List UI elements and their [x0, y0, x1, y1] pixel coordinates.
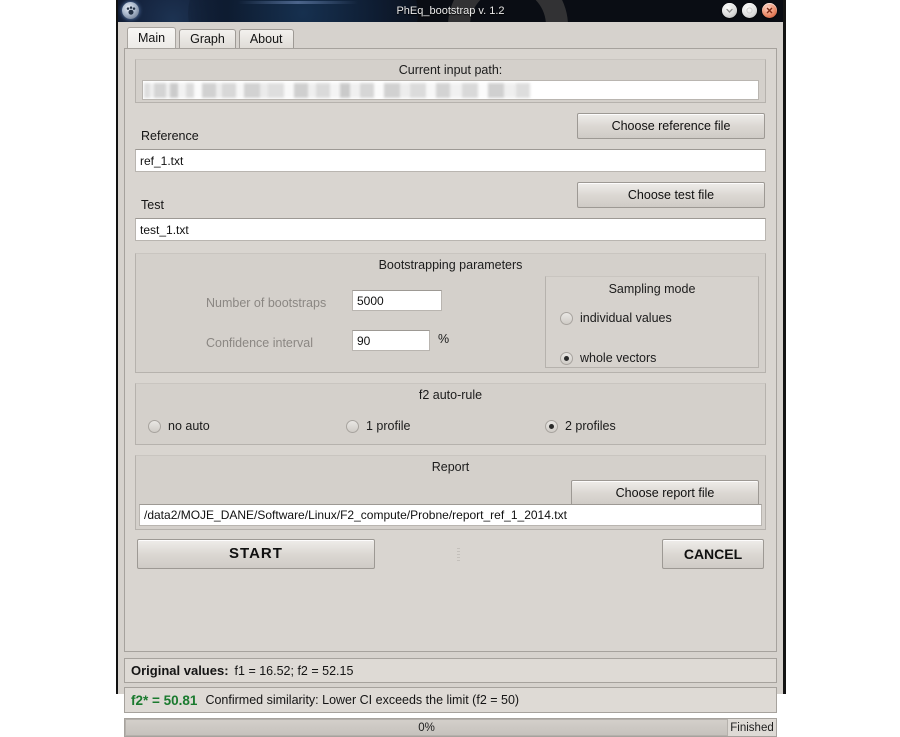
close-icon[interactable]	[762, 3, 777, 18]
f2-auto-rule-title: f2 auto-rule	[136, 384, 765, 404]
original-values-status: Original values: f1 = 16.52; f2 = 52.15	[124, 658, 777, 683]
test-file-field[interactable]: test_1.txt	[135, 218, 766, 241]
radio-1-profile-icon[interactable]	[346, 420, 359, 433]
f2-auto-rule-option-2-profiles[interactable]: 2 profiles	[545, 419, 616, 433]
confidence-interval-input[interactable]: 90	[352, 330, 430, 351]
confidence-interval-row: Confidence interval	[206, 334, 313, 352]
confidence-interval-unit: %	[438, 332, 449, 346]
f2-auto-rule-option-label: 1 profile	[366, 419, 410, 433]
application-body: Main Graph About Current input path: Cho…	[118, 22, 783, 694]
progress-row: 0% Finished	[124, 718, 777, 737]
sampling-mode-title: Sampling mode	[546, 277, 758, 298]
bootstrapping-parameters-group: Bootstrapping parameters Number of boots…	[135, 253, 766, 373]
result-text: Confirmed similarity: Lower CI exceeds t…	[205, 693, 519, 707]
progress-bar: 0%	[125, 719, 728, 736]
reference-label: Reference	[141, 129, 199, 143]
current-input-path-title: Current input path:	[142, 60, 759, 79]
reference-file-field[interactable]: ref_1.txt	[135, 149, 766, 172]
test-row: Choose test file Test	[135, 182, 766, 216]
confidence-interval-label: Confidence interval	[206, 336, 313, 350]
f2-auto-rule-option-label: no auto	[168, 419, 210, 433]
title-bar: PhEq_bootstrap v. 1.2	[118, 0, 783, 22]
choose-test-file-button[interactable]: Choose test file	[577, 182, 765, 208]
original-values-text: f1 = 16.52; f2 = 52.15	[235, 664, 354, 678]
current-input-path-field[interactable]	[142, 80, 759, 100]
progress-state-label: Finished	[728, 719, 776, 736]
application-window: PhEq_bootstrap v. 1.2 Main Graph About C…	[116, 0, 786, 694]
f2-auto-rule-option-label: 2 profiles	[565, 419, 616, 433]
drag-handle[interactable]	[457, 547, 460, 561]
report-group: Report Choose report file /data2/MOJE_DA…	[135, 455, 766, 530]
f2-auto-rule-option-no-auto[interactable]: no auto	[148, 419, 210, 433]
tab-main[interactable]: Main	[127, 27, 176, 49]
sampling-mode-option-whole-vectors[interactable]: whole vectors	[560, 351, 656, 365]
maximize-icon[interactable]	[742, 3, 757, 18]
sampling-mode-option-label: individual values	[580, 311, 672, 325]
progress-percent-label: 0%	[418, 722, 435, 734]
main-tab-panel: Current input path: Choose reference fil…	[124, 48, 777, 652]
tab-graph[interactable]: Graph	[179, 29, 236, 49]
report-title: Report	[136, 456, 765, 476]
f2-auto-rule-group: f2 auto-rule no auto 1 profile 2 profile…	[135, 383, 766, 445]
f2-auto-rule-option-1-profile[interactable]: 1 profile	[346, 419, 410, 433]
current-input-path-group: Current input path:	[135, 59, 766, 103]
redacted-path-overlay	[144, 83, 544, 98]
original-values-label: Original values:	[131, 663, 229, 678]
radio-no-auto-icon[interactable]	[148, 420, 161, 433]
wallpaper-streak	[238, 1, 358, 4]
tab-bar: Main Graph About	[124, 26, 777, 49]
wallpaper-ring	[448, 0, 568, 22]
radio-individual-values-icon[interactable]	[560, 312, 573, 325]
start-button[interactable]: START	[137, 539, 375, 569]
number-of-bootstraps-input[interactable]: 5000	[352, 290, 442, 311]
bootstrapping-parameters-title: Bootstrapping parameters	[136, 254, 765, 274]
radio-2-profiles-icon[interactable]	[545, 420, 558, 433]
window-controls	[722, 3, 777, 18]
radio-whole-vectors-icon[interactable]	[560, 352, 573, 365]
choose-report-file-button[interactable]: Choose report file	[571, 480, 759, 506]
minimize-icon[interactable]	[722, 3, 737, 18]
number-of-bootstraps-label: Number of bootstraps	[206, 296, 326, 310]
report-path-field[interactable]: /data2/MOJE_DANE/Software/Linux/F2_compu…	[139, 504, 762, 526]
paw-icon	[122, 2, 139, 19]
sampling-mode-option-label: whole vectors	[580, 351, 656, 365]
reference-row: Choose reference file Reference	[135, 113, 766, 147]
choose-reference-file-button[interactable]: Choose reference file	[577, 113, 765, 139]
sampling-mode-group: Sampling mode individual values whole ve…	[545, 276, 759, 368]
result-status: f2* = 50.81 Confirmed similarity: Lower …	[124, 687, 777, 713]
test-label: Test	[141, 198, 164, 212]
cancel-button[interactable]: CANCEL	[662, 539, 764, 569]
actions-row: START CANCEL	[135, 539, 766, 573]
tab-about[interactable]: About	[239, 29, 294, 49]
sampling-mode-option-individual-values[interactable]: individual values	[560, 311, 672, 325]
number-of-bootstraps-row: Number of bootstraps	[206, 294, 326, 312]
result-key: f2* = 50.81	[131, 693, 197, 708]
